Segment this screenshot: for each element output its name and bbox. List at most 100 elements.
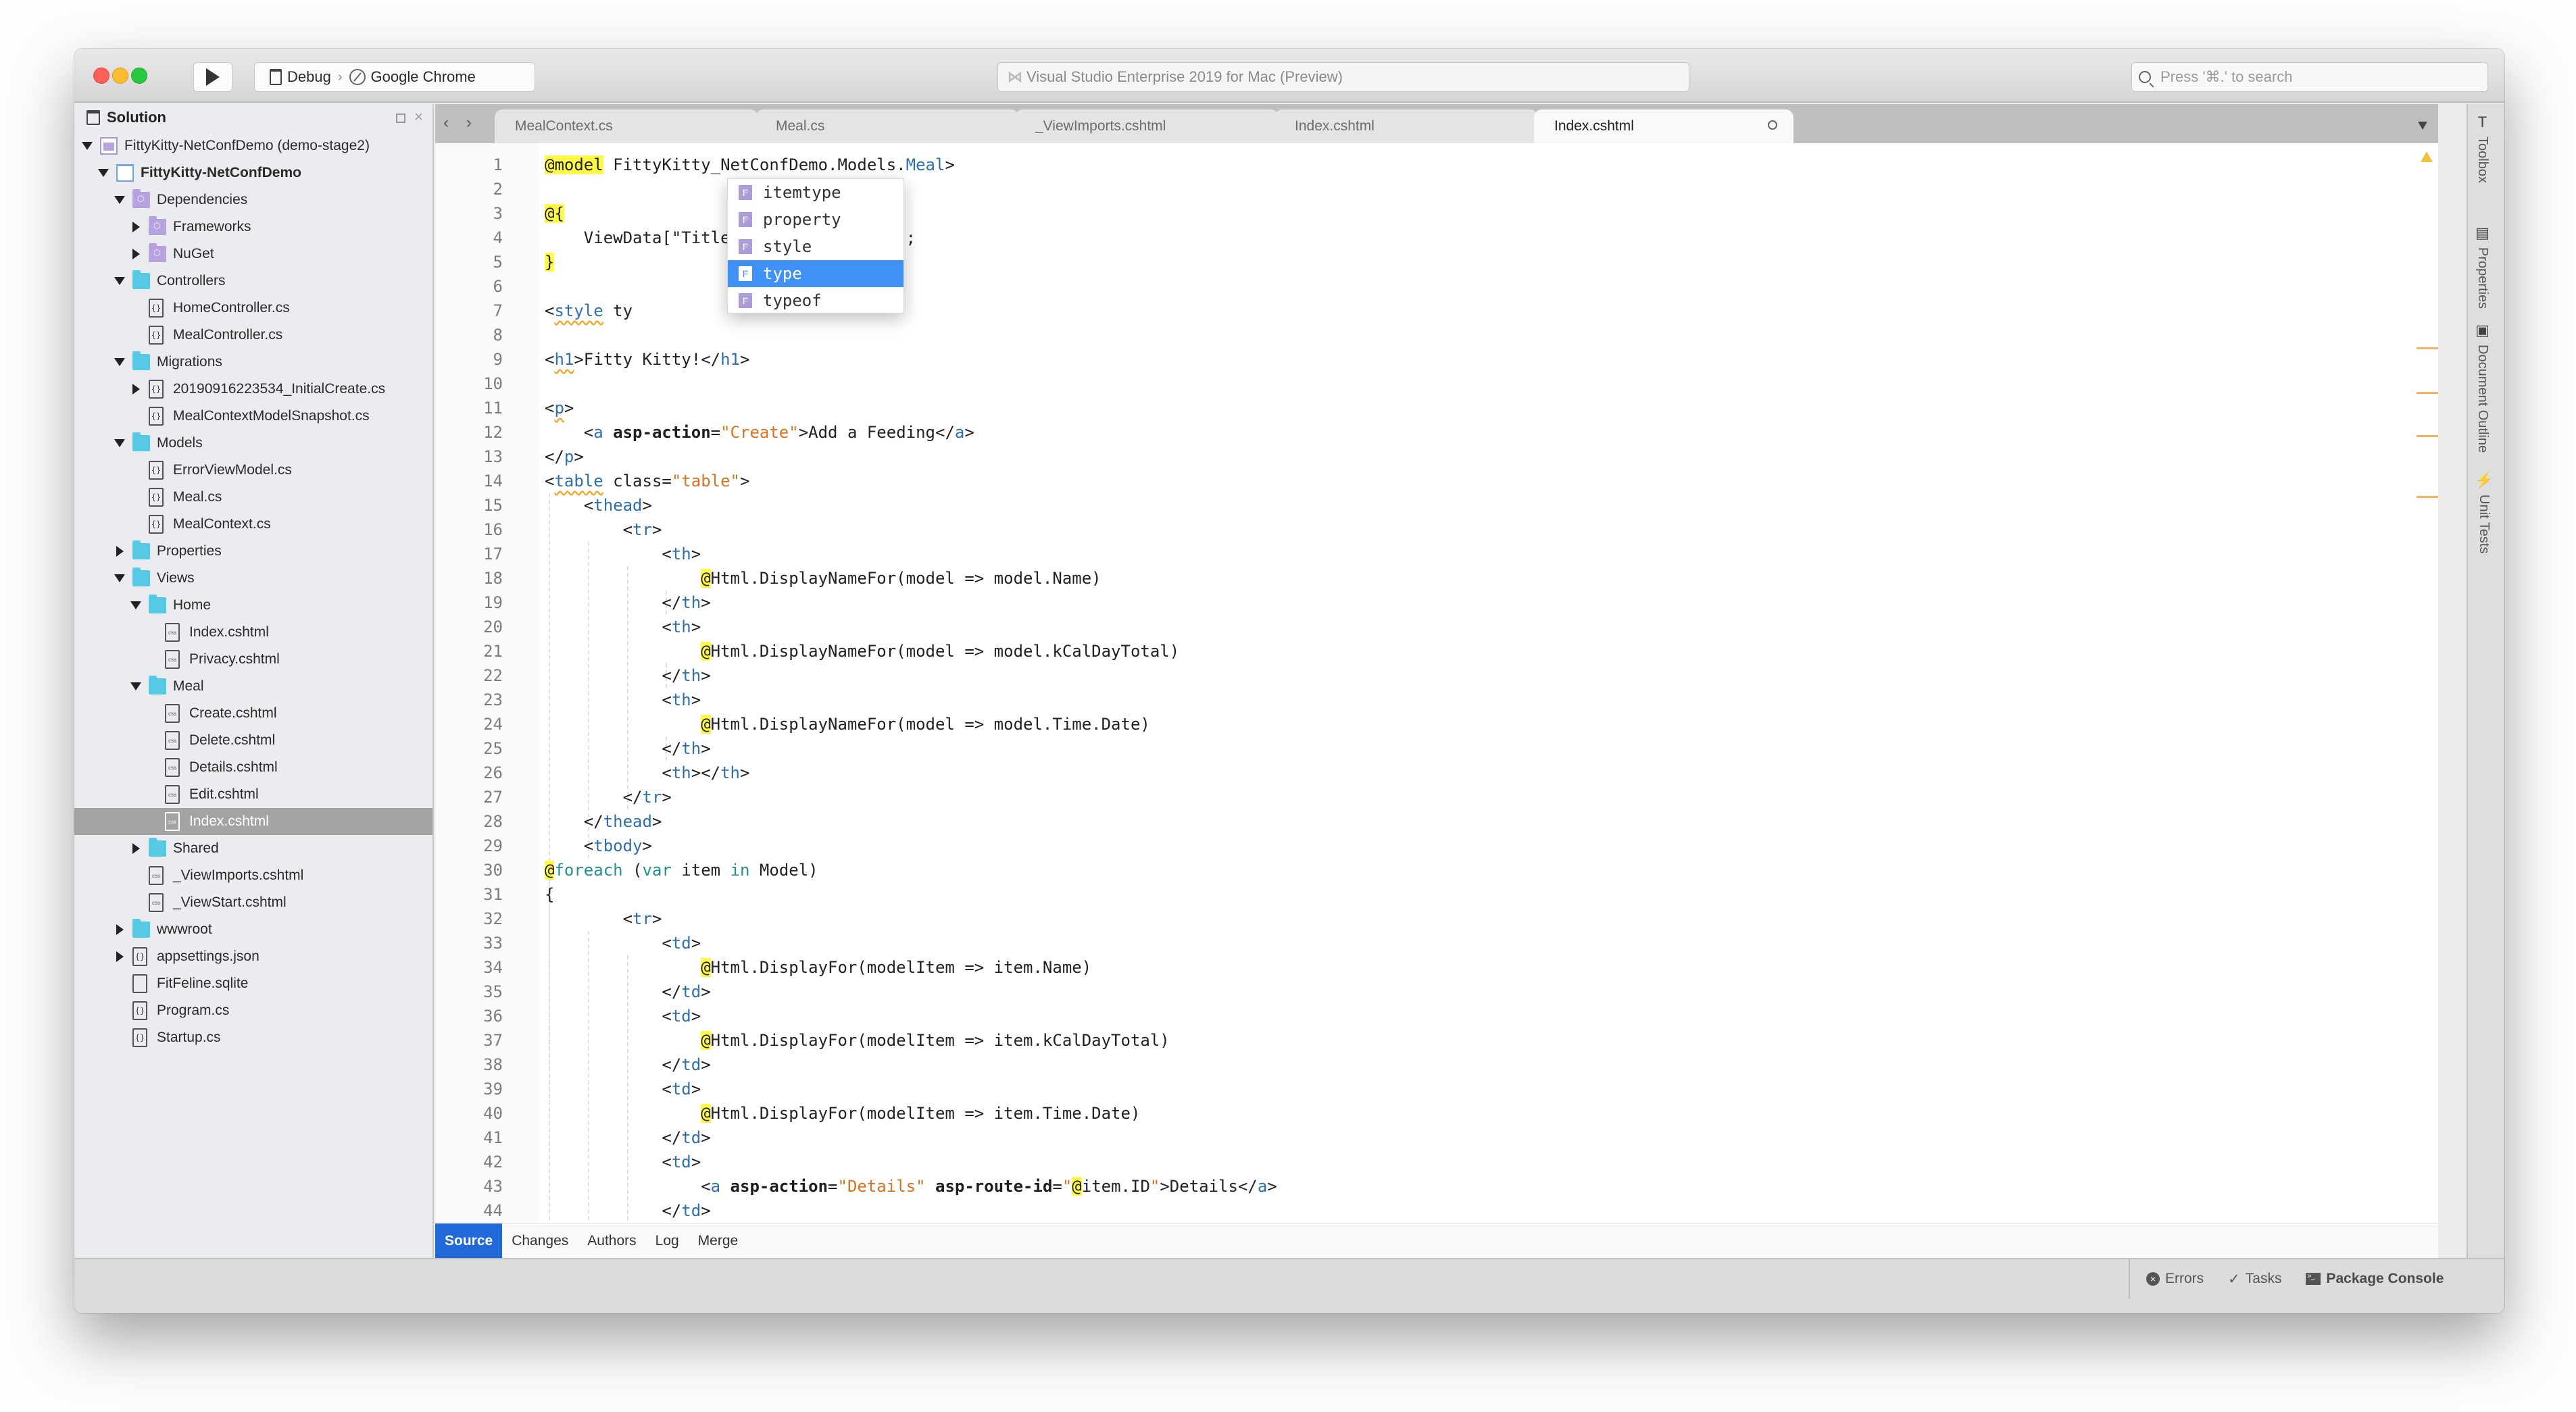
- code-token: p: [554, 399, 564, 418]
- zoom-window-button[interactable]: [131, 68, 147, 84]
- tree-item[interactable]: css _ViewImports.cshtml: [74, 862, 432, 889]
- view-tab-source[interactable]: Source: [435, 1224, 503, 1258]
- tree-item[interactable]: {} HomeController.cs: [74, 295, 432, 322]
- completion-item[interactable]: Ftype: [728, 260, 903, 287]
- package-console-button[interactable]: >_ Package Console: [2306, 1271, 2444, 1287]
- disclosure-expanded-icon[interactable]: [82, 142, 93, 150]
- dock-item-toolbox[interactable]: T Toolbox: [2475, 114, 2490, 183]
- tree-item[interactable]: Frameworks: [74, 213, 432, 241]
- disclosure-expanded-icon[interactable]: [98, 169, 109, 177]
- document-tab[interactable]: Index.cshtml: [1274, 109, 1538, 143]
- tree-item[interactable]: FittyKitty-NetConfDemo: [74, 159, 432, 186]
- disclosure-collapsed-icon[interactable]: [132, 222, 140, 232]
- dock-item-document-outline[interactable]: ▣ Document Outline: [2475, 322, 2490, 453]
- tree-item[interactable]: Dependencies: [74, 186, 432, 213]
- close-tab-icon[interactable]: [1768, 120, 1777, 130]
- tree-item[interactable]: Models: [74, 430, 432, 457]
- completion-item[interactable]: Ftypeof: [728, 287, 903, 314]
- tree-item[interactable]: Migrations: [74, 349, 432, 376]
- disclosure-expanded-icon[interactable]: [114, 196, 125, 204]
- disclosure-expanded-icon[interactable]: [114, 277, 125, 285]
- tasks-button[interactable]: ✓ Tasks: [2228, 1271, 2281, 1288]
- navigate-forward-button[interactable]: ›: [466, 114, 472, 132]
- tree-item[interactable]: Properties: [74, 538, 432, 565]
- disclosure-collapsed-icon[interactable]: [132, 843, 140, 854]
- warning-marker[interactable]: [2417, 392, 2438, 394]
- disclosure-collapsed-icon[interactable]: [116, 924, 124, 935]
- warning-marker[interactable]: [2417, 496, 2438, 498]
- dock-item-unit-tests[interactable]: ⚡ Unit Tests: [2475, 472, 2493, 553]
- overview-ruler[interactable]: [2414, 143, 2438, 1223]
- document-tab[interactable]: Meal.cs: [756, 109, 1019, 143]
- disclosure-collapsed-icon[interactable]: [132, 384, 140, 395]
- completion-item[interactable]: Fitemtype: [728, 179, 903, 206]
- tree-item[interactable]: css Edit.cshtml: [74, 781, 432, 808]
- tree-item[interactable]: {} MealContextModelSnapshot.cs: [74, 403, 432, 430]
- tree-item-label: Privacy.cshtml: [189, 651, 280, 667]
- disclosure-expanded-icon[interactable]: [114, 574, 125, 582]
- completion-item[interactable]: Fstyle: [728, 233, 903, 260]
- tree-item[interactable]: wwwroot: [74, 916, 432, 943]
- tree-item[interactable]: Views: [74, 565, 432, 592]
- warning-marker[interactable]: [2417, 435, 2438, 437]
- view-tab-changes[interactable]: Changes: [502, 1224, 578, 1258]
- disclosure-collapsed-icon[interactable]: [132, 249, 140, 259]
- code-text: @foreach (var item in Model): [545, 858, 818, 882]
- code-token: td: [681, 982, 701, 1001]
- global-search-input[interactable]: Press '⌘.' to search: [2131, 62, 2488, 92]
- tree-item[interactable]: NuGet: [74, 241, 432, 268]
- code-token: var: [642, 861, 672, 880]
- tree-item[interactable]: css _ViewStart.cshtml: [74, 889, 432, 916]
- tree-item[interactable]: FittyKitty-NetConfDemo (demo-stage2): [74, 132, 432, 159]
- close-window-button[interactable]: [93, 68, 109, 84]
- tree-item[interactable]: FitFeline.sqlite: [74, 970, 432, 997]
- tree-item[interactable]: css Create.cshtml: [74, 700, 432, 727]
- close-pad-button[interactable]: ×: [414, 108, 423, 126]
- maximize-pad-button[interactable]: [396, 114, 405, 123]
- navigate-back-button[interactable]: ‹: [443, 114, 449, 132]
- view-tab-log[interactable]: Log: [646, 1224, 689, 1258]
- disclosure-expanded-icon[interactable]: [130, 601, 141, 609]
- disclosure-expanded-icon[interactable]: [114, 358, 125, 366]
- document-tab[interactable]: MealContext.cs: [495, 109, 758, 143]
- warning-marker[interactable]: [2417, 347, 2438, 349]
- disclosure-collapsed-icon[interactable]: [116, 546, 124, 557]
- cshtml-file-icon: css: [149, 866, 164, 885]
- tree-item[interactable]: {} MealContext.cs: [74, 511, 432, 538]
- tree-item[interactable]: {} 20190916223534_InitialCreate.cs: [74, 376, 432, 403]
- tree-item[interactable]: Shared: [74, 835, 432, 862]
- dock-item-properties[interactable]: ▤ Properties: [2475, 224, 2490, 309]
- tab-list-dropdown-icon[interactable]: [2418, 122, 2427, 130]
- tree-item[interactable]: Controllers: [74, 268, 432, 295]
- run-configuration-selector[interactable]: Debug › Google Chrome: [254, 62, 535, 92]
- tree-item[interactable]: css Delete.cshtml: [74, 727, 432, 754]
- field-kind-icon: F: [739, 239, 752, 254]
- code-text: <tbody>: [545, 834, 652, 858]
- document-tab[interactable]: _ViewImports.cshtml: [1015, 109, 1279, 143]
- view-tab-authors[interactable]: Authors: [578, 1224, 645, 1258]
- tree-item[interactable]: {} Startup.cs: [74, 1024, 432, 1051]
- document-tab[interactable]: Index.cshtml: [1534, 109, 1793, 143]
- tree-item[interactable]: {} ErrorViewModel.cs: [74, 457, 432, 484]
- tree-item[interactable]: {} Program.cs: [74, 997, 432, 1024]
- tree-item[interactable]: css Index.cshtml: [74, 619, 432, 646]
- tree-item[interactable]: Home: [74, 592, 432, 619]
- disclosure-expanded-icon[interactable]: [130, 682, 141, 690]
- completion-item[interactable]: Fproperty: [728, 206, 903, 233]
- tree-item[interactable]: {} appsettings.json: [74, 943, 432, 970]
- disclosure-expanded-icon[interactable]: [114, 439, 125, 447]
- tree-item[interactable]: css Details.cshtml: [74, 754, 432, 781]
- tree-item-label: Index.cshtml: [189, 624, 269, 640]
- minimize-window-button[interactable]: [112, 68, 128, 84]
- tree-item[interactable]: {} MealController.cs: [74, 322, 432, 349]
- disclosure-collapsed-icon[interactable]: [116, 951, 124, 962]
- tree-item[interactable]: {} Meal.cs: [74, 484, 432, 511]
- tree-item[interactable]: css Privacy.cshtml: [74, 646, 432, 673]
- code-token: Html.DisplayNameFor(model => model.kCalD…: [710, 642, 1180, 661]
- run-button[interactable]: [193, 62, 232, 92]
- errors-button[interactable]: × Errors: [2146, 1271, 2204, 1287]
- code-token: td: [671, 1007, 691, 1026]
- tree-item[interactable]: css Index.cshtml: [74, 808, 432, 835]
- tree-item[interactable]: Meal: [74, 673, 432, 700]
- view-tab-merge[interactable]: Merge: [689, 1224, 748, 1258]
